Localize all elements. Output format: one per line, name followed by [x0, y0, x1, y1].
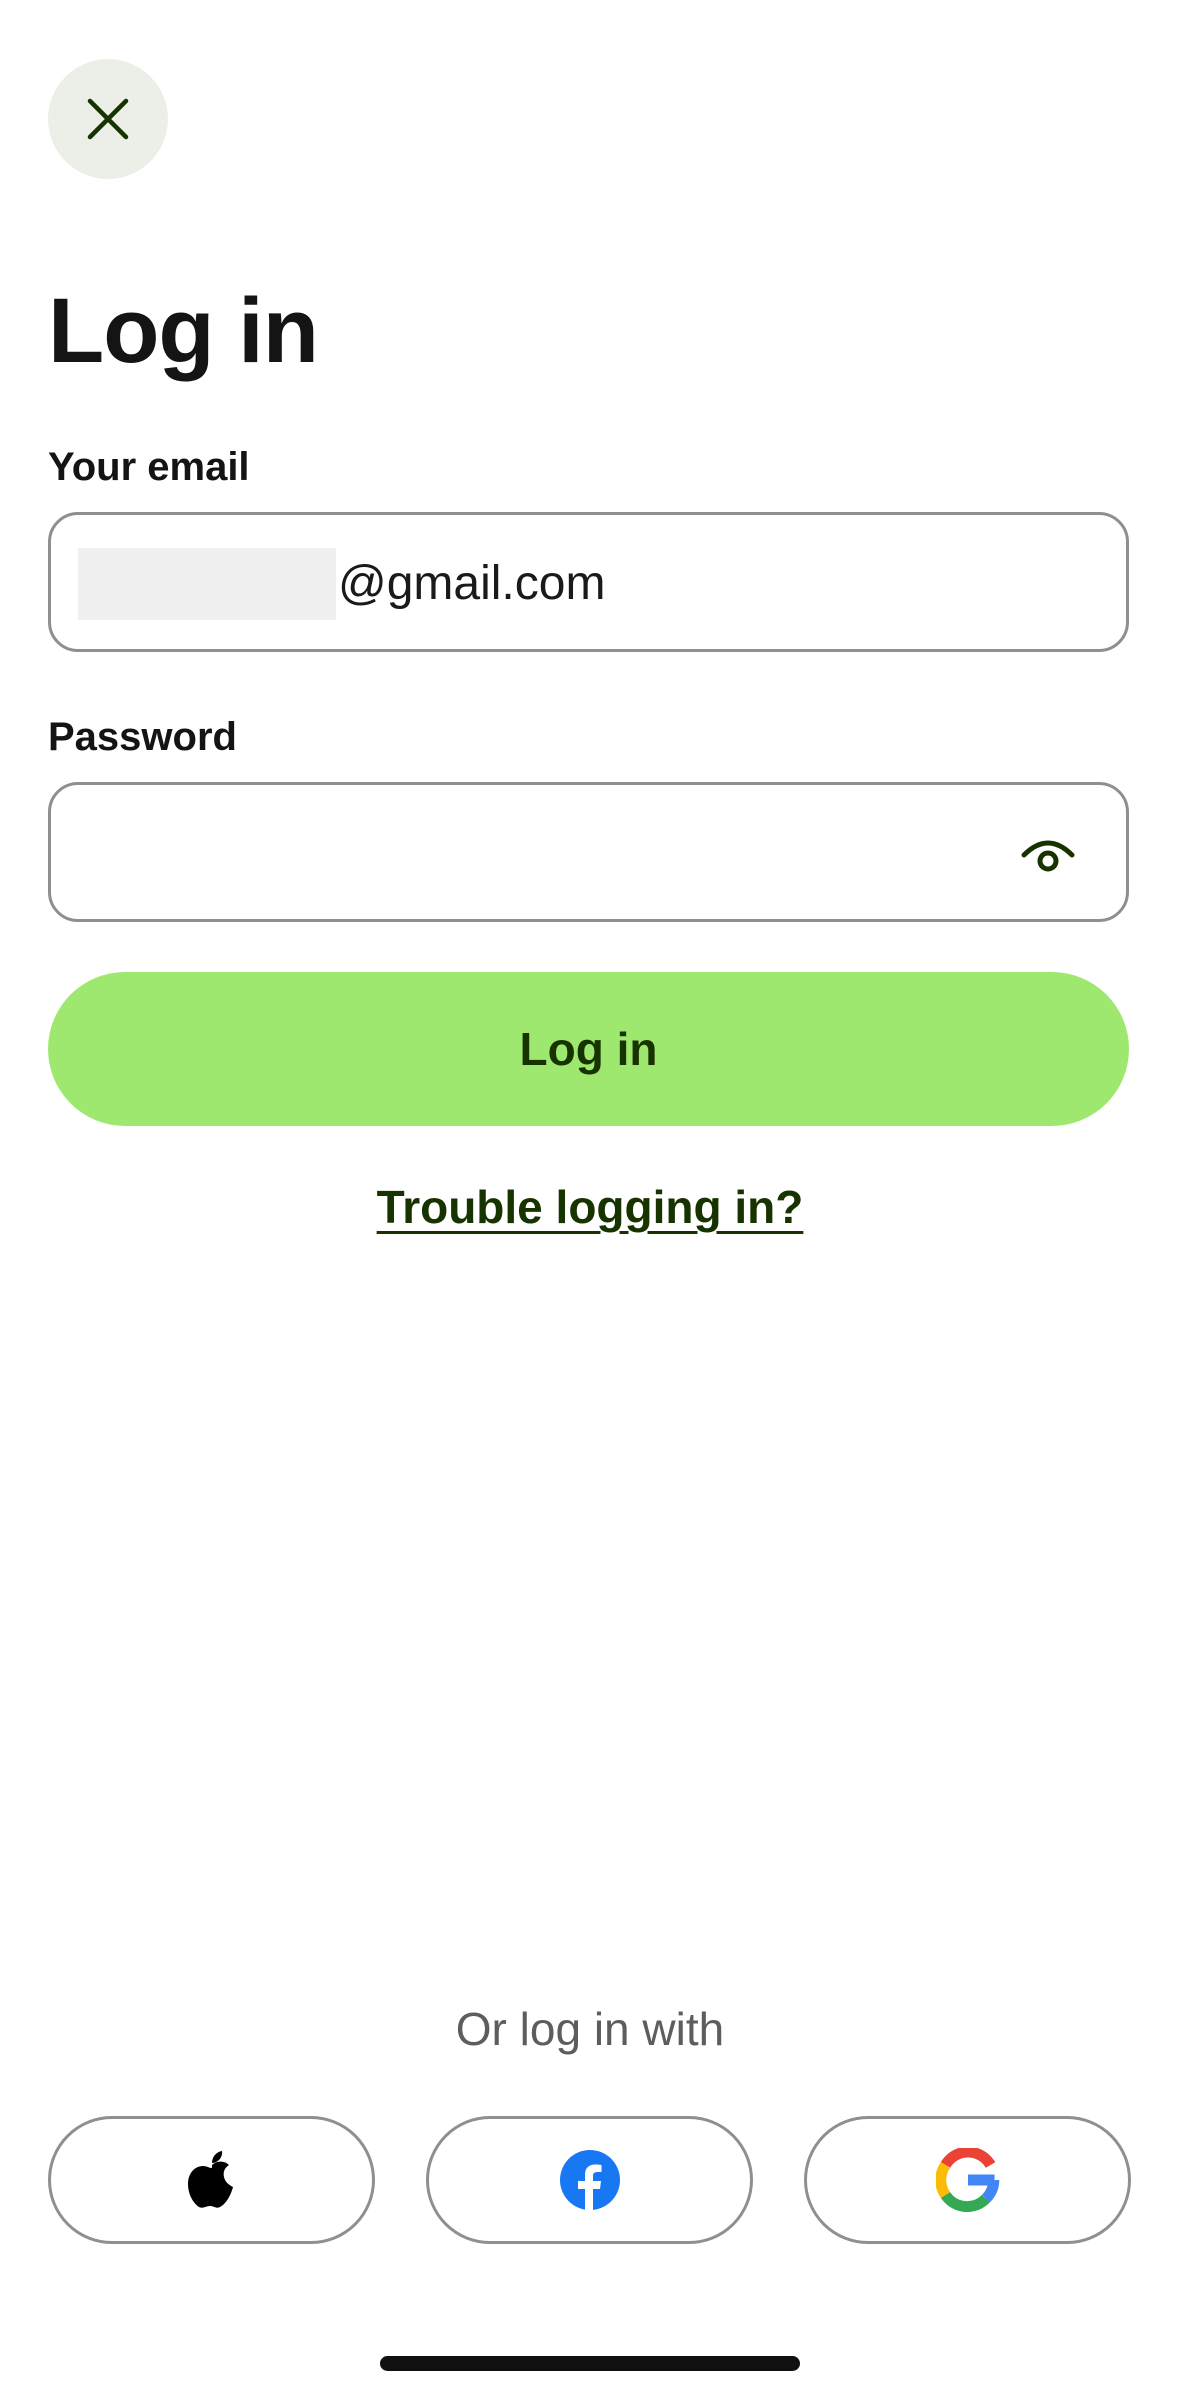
home-indicator [380, 2356, 800, 2371]
close-button[interactable] [48, 59, 168, 179]
trouble-logging-in-link[interactable]: Trouble logging in? [0, 1180, 1180, 1234]
apple-login-button[interactable] [48, 2116, 375, 2244]
apple-icon [187, 2151, 233, 2208]
close-icon [87, 98, 129, 140]
facebook-icon [559, 2150, 620, 2211]
social-divider-text: Or log in with [455, 2003, 725, 2055]
google-icon [935, 2148, 999, 2212]
facebook-login-button[interactable] [426, 2116, 753, 2244]
email-redacted-part [78, 548, 336, 620]
login-button[interactable]: Log in [48, 972, 1129, 1126]
email-value: @gmail.com [338, 557, 606, 610]
password-label: Password [48, 715, 237, 759]
password-field[interactable] [48, 782, 1129, 922]
email-label: Your email [48, 445, 250, 489]
page-title: Log in [48, 280, 319, 382]
google-login-button[interactable] [804, 2116, 1131, 2244]
email-field[interactable]: @gmail.com [48, 512, 1129, 652]
eye-icon[interactable] [1020, 835, 1076, 875]
